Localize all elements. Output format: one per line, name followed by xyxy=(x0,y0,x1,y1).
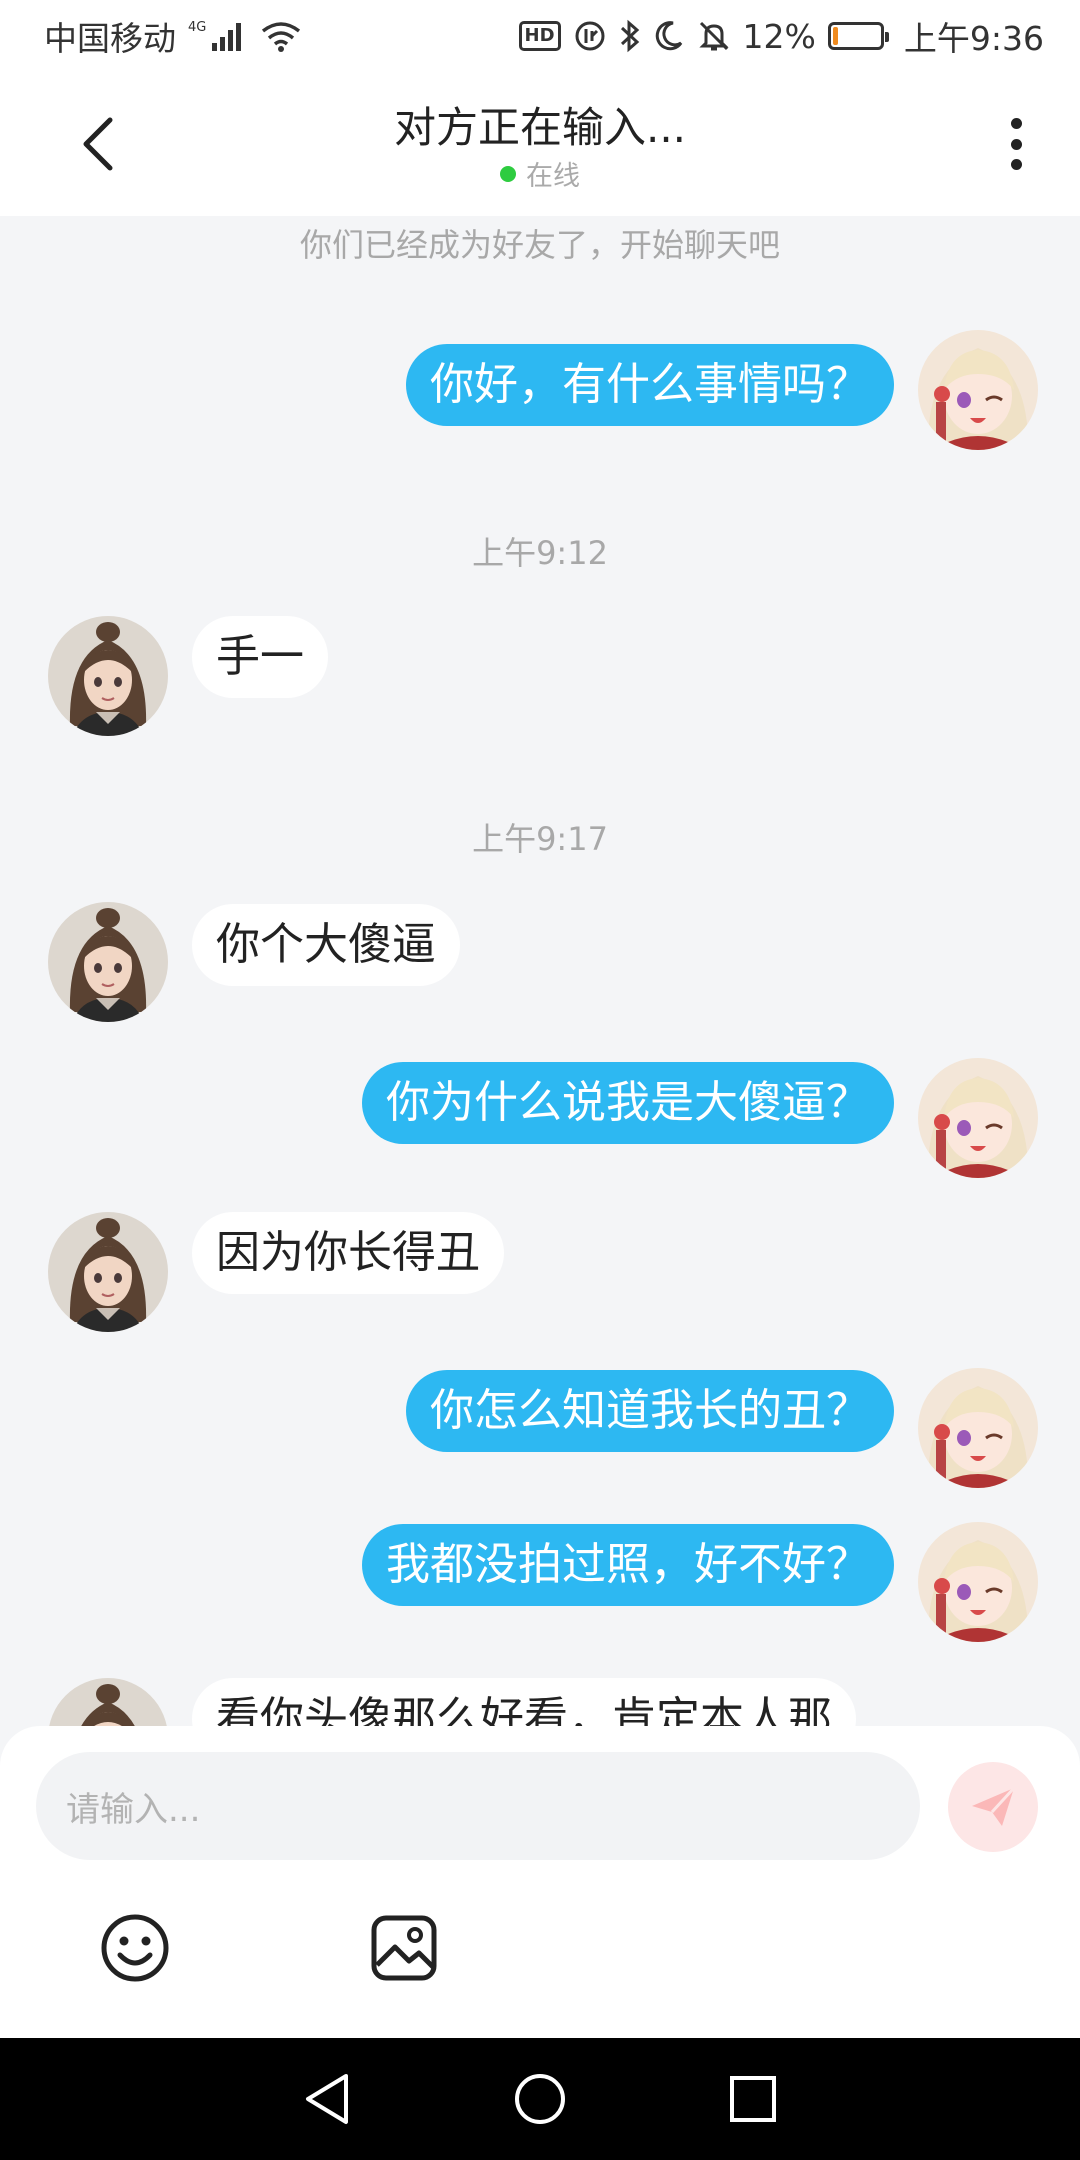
message-bubble[interactable]: 你为什么说我是大傻逼？ xyxy=(362,1062,894,1144)
message-incoming: 因为你长得丑 xyxy=(48,1212,504,1332)
circle-home-icon xyxy=(514,2074,565,2124)
online-status-label: 在线 xyxy=(526,161,580,192)
wifi-icon xyxy=(260,19,302,53)
message-incoming: 看你头像那么好看，肯定本人那 xyxy=(48,1678,856,1726)
square-recents-icon xyxy=(730,2076,777,2122)
more-dot-icon xyxy=(1010,138,1022,150)
nav-back-button[interactable] xyxy=(297,2069,357,2129)
image-icon xyxy=(371,1915,437,1981)
system-friend-note: 你们已经成为好友了，开始聊天吧 xyxy=(299,226,780,264)
more-dot-icon xyxy=(1010,118,1022,129)
emoji-button[interactable] xyxy=(97,1910,173,1986)
data-saver-icon xyxy=(573,19,607,53)
message-incoming: 你个大傻逼 xyxy=(48,902,460,1022)
nav-recents-button[interactable] xyxy=(723,2069,783,2129)
message-outgoing: 你怎么知道我长的丑？ xyxy=(406,1368,1038,1488)
message-bubble[interactable]: 你好，有什么事情吗？ xyxy=(406,344,894,426)
status-time: 上午9:36 xyxy=(903,19,1044,58)
more-options-button[interactable] xyxy=(1002,112,1030,176)
contact-avatar[interactable] xyxy=(48,1678,168,1726)
triangle-back-icon xyxy=(305,2074,348,2124)
input-placeholder: 请输入... xyxy=(66,1789,201,1830)
contact-avatar[interactable] xyxy=(48,1212,168,1332)
carrier-label: 中国移动 xyxy=(44,19,176,58)
message-outgoing: 你好，有什么事情吗？ xyxy=(406,330,1038,450)
message-outgoing: 我都没拍过照，好不好？ xyxy=(362,1522,1038,1642)
battery-icon xyxy=(827,22,889,50)
timestamp: 上午9:17 xyxy=(472,820,608,858)
message-outgoing: 你为什么说我是大傻逼？ xyxy=(362,1058,1038,1178)
signal-icon: 4G xyxy=(188,19,248,53)
message-bubble[interactable]: 我都没拍过照，好不好？ xyxy=(362,1524,894,1606)
timestamp: 上午9:12 xyxy=(472,534,608,572)
network-type-label: 4G xyxy=(188,20,206,35)
battery-percent: 12% xyxy=(742,16,816,56)
moon-icon xyxy=(653,19,685,53)
more-dot-icon xyxy=(1010,159,1022,170)
hd-icon: HD xyxy=(518,21,561,51)
battery-fill xyxy=(832,27,839,45)
message-bubble[interactable]: 看你头像那么好看，肯定本人那 xyxy=(192,1678,856,1726)
my-avatar[interactable] xyxy=(918,1522,1038,1642)
input-panel: 请输入... xyxy=(0,1726,1080,2038)
message-bubble[interactable]: 因为你长得丑 xyxy=(192,1212,504,1294)
my-avatar[interactable] xyxy=(918,1058,1038,1178)
bluetooth-icon xyxy=(619,19,641,53)
chat-header: 对方正在输入... 在线 xyxy=(0,72,1080,216)
my-avatar[interactable] xyxy=(918,330,1038,450)
online-status: 在线 xyxy=(0,154,1080,193)
message-incoming: 手一 xyxy=(48,616,328,736)
my-avatar[interactable] xyxy=(918,1368,1038,1488)
image-button[interactable] xyxy=(366,1910,442,1986)
system-nav-bar xyxy=(0,2038,1080,2160)
message-input[interactable]: 请输入... xyxy=(36,1752,920,1860)
emoji-icon xyxy=(101,1914,169,1982)
mute-icon xyxy=(697,19,731,53)
contact-avatar[interactable] xyxy=(48,616,168,736)
contact-typing-title: 对方正在输入... xyxy=(393,103,687,152)
contact-avatar[interactable] xyxy=(48,902,168,1022)
nav-home-button[interactable] xyxy=(510,2069,570,2129)
send-button[interactable] xyxy=(948,1762,1038,1852)
online-dot-icon xyxy=(500,165,516,182)
chat-message-list[interactable]: 你们已经成为好友了，开始聊天吧 你好，有什么事情吗？ 上午9:12 手一 上午9… xyxy=(0,216,1080,1726)
message-bubble[interactable]: 你个大傻逼 xyxy=(192,904,460,986)
message-bubble[interactable]: 你怎么知道我长的丑？ xyxy=(406,1370,894,1452)
send-icon xyxy=(972,1786,1016,1826)
status-bar: 中国移动 4G HD 12% 上午9:36 xyxy=(0,0,1080,72)
message-bubble[interactable]: 手一 xyxy=(192,616,328,698)
